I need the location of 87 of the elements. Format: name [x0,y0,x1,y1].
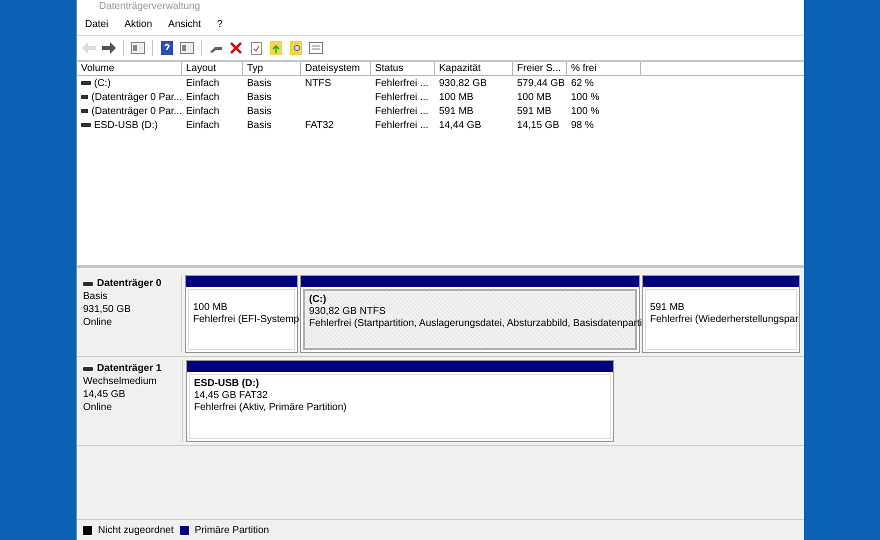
table-cell: Einfach [186,120,220,130]
disk-size: 931,50 GB [83,303,132,316]
toolbar-button[interactable] [159,40,175,56]
menu-item[interactable]: Aktion [124,18,152,30]
menu-item[interactable]: Datei [85,18,108,30]
document-check-icon [250,42,262,54]
table-cell: ESD-USB (D:) [94,120,158,130]
toolbar-button[interactable] [268,40,284,56]
legend-label: Nicht zugeordnet [98,524,174,536]
back-arrow-icon [82,42,96,54]
table-cell: Basis [247,120,272,130]
toolbar-button[interactable] [248,40,264,56]
partition-block[interactable]: ESD-USB (D:) 14,45 GB FAT32 Fehlerfrei (Aktiv, Primäre Partition) [186,360,614,442]
column-header[interactable]: Volume [77,62,182,76]
partition-block[interactable]: 100 MB Fehlerfrei (EFI-Systemp [185,275,298,353]
table-cell: Basis [247,92,272,102]
panel-icon [131,42,145,54]
toolbar-button[interactable] [308,40,324,56]
table-cell: 100 % [571,92,600,102]
partition-size: 14,45 GB FAT32 [194,390,268,401]
disk-name: Datenträger 0 [97,277,162,290]
table-cell: 100 MB [439,92,474,102]
disk-type: Wechselmedium [83,375,158,388]
table-cell: Einfach [186,78,220,88]
drive-icon [81,109,88,113]
drive-icon [81,95,88,99]
menu-item[interactable]: Ansicht [168,18,201,30]
table-cell: 579,44 GB [517,78,565,88]
disk-size: 14,45 GB [83,388,126,401]
partition-label: (C:) [309,294,326,305]
delete-icon [230,42,242,54]
table-cell: 14,44 GB [439,120,482,130]
disk-type: Basis [83,290,108,303]
table-cell: Einfach [186,92,220,102]
table-cell: Fehlerfrei ... [375,120,428,130]
window-title: Datenträgerverwaltung [99,0,200,12]
table-cell: 62 % [571,78,594,88]
table-cell: 930,82 GB [439,78,487,88]
disk-status: Online [83,401,113,414]
partition-status: Fehlerfrei (Startpartition, Auslagerungsdatei, Absturzabbild, Basisdatenparti [309,318,642,329]
table-cell: NTFS [305,78,332,88]
table-cell: (Datenträger 0 Par... [91,92,182,102]
table-cell: FAT32 [305,120,334,130]
toolbar-button[interactable] [130,40,146,56]
column-header[interactable]: Kapazität [435,62,513,76]
partition-size: 930,82 GB NTFS [309,306,386,317]
column-header[interactable]: Typ [243,62,301,76]
disk-name: Datenträger 1 [97,362,162,375]
folder-magnifier-icon [290,41,302,55]
table-cell: 98 % [571,120,594,130]
column-header[interactable]: Freier S... [513,62,567,76]
column-header[interactable]: Layout [182,62,243,76]
partition-status: Fehlerfrei (Wiederherstellungspar [650,314,798,325]
partition-status: Fehlerfrei (EFI-Systemp [193,314,300,325]
legend-label: Primäre Partition [194,524,270,536]
partition-size: 100 MB [193,302,228,313]
toolbar-button[interactable] [228,40,244,56]
table-cell: (C:) [94,78,111,88]
table-cell: 100 MB [517,92,552,102]
column-header[interactable]: Dateisystem [301,62,371,76]
table-cell: Fehlerfrei ... [375,106,428,116]
forward-arrow-icon [102,42,116,54]
table-cell: (Datenträger 0 Par... [91,106,182,116]
table-cell: Fehlerfrei ... [375,92,428,102]
menu-item[interactable]: ? [216,18,223,30]
disk-status: Online [83,316,113,329]
table-cell: Einfach [186,106,220,116]
panel-icon [180,42,194,54]
column-header[interactable]: Status [371,62,435,76]
help-icon [161,41,173,55]
list-icon [309,42,323,54]
table-cell: 100 % [571,106,600,116]
table-cell: 591 MB [517,106,552,116]
toolbar-button[interactable] [179,40,195,56]
table-cell: Basis [247,78,272,88]
table-cell: 591 MB [439,106,474,116]
table-cell: 14,15 GB [517,120,560,130]
partition-label: ESD-USB (D:) [194,378,259,389]
toolbar-button[interactable] [101,40,117,56]
table-cell: Fehlerfrei ... [375,78,428,88]
partition-block[interactable]: (C:) 930,82 GB NTFS Fehlerfrei (Startpartition, Auslagerungsdatei, Absturzabbild, Basisdatenparti [300,275,640,353]
column-header[interactable]: % frei [567,62,641,76]
toolbar-button[interactable] [288,40,304,56]
partition-status: Fehlerfrei (Aktiv, Primäre Partition) [194,402,347,413]
partition-size: 591 MB [650,302,684,313]
table-cell: Basis [247,106,272,116]
partition-block[interactable]: 591 MB Fehlerfrei (Wiederherstellungspar [642,275,800,353]
